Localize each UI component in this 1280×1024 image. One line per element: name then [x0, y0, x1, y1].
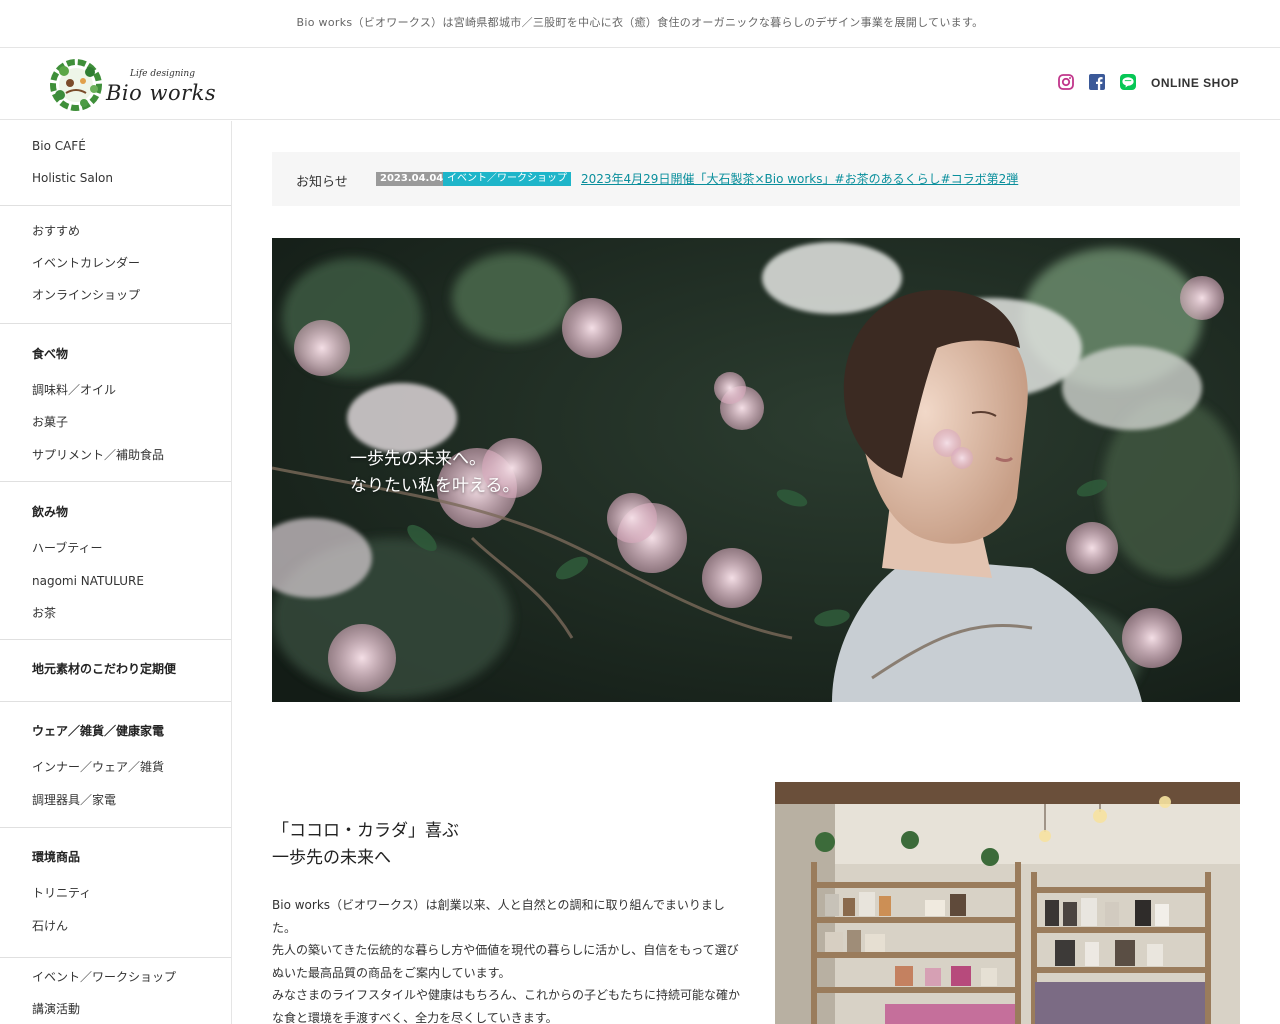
news-category-badge[interactable]: イベント／ワークショップ	[443, 172, 571, 186]
intro-heading-line-2: 一歩先の未来へ	[272, 848, 391, 868]
intro-paragraph: Bio works（ビオワークス）は創業以来、人と自然との調和に取り組んでまいり…	[272, 898, 725, 935]
sidebar-item-lectures[interactable]: 講演活動	[32, 1001, 80, 1017]
sidebar-group-spaces: Bio CAFÉ Holistic Salon	[0, 121, 231, 206]
intro-paragraph: 先人の築いてきた伝統的な暮らし方や価値を現代の暮らしに活かし、自信をもって選びぬ…	[272, 943, 739, 980]
news-label: お知らせ	[296, 175, 348, 190]
line-icon[interactable]	[1119, 73, 1137, 91]
sidebar-item-supplements[interactable]: サプリメント／補助食品	[32, 447, 164, 463]
sidebar-group-wear: ウェア／雑貨／健康家電 インナー／ウェア／雑貨 調理器具／家電	[0, 702, 231, 828]
sidebar-nav: Bio CAFÉ Holistic Salon おすすめ イベントカレンダー オ…	[0, 121, 232, 1024]
sidebar-item-seasoning[interactable]: 調味料／オイル	[32, 382, 116, 398]
hero-line-1: 一歩先の未来へ。	[350, 449, 486, 469]
sidebar-item-bio-cafe[interactable]: Bio CAFÉ	[32, 138, 86, 154]
facebook-icon[interactable]	[1088, 73, 1106, 91]
shop-interior-image	[775, 782, 1240, 1024]
intro-paragraph: みなさまのライフスタイルや健康はもちろん、これからの子どもたちに持続可能な確かな…	[272, 988, 741, 1024]
sidebar-group-featured: おすすめ イベントカレンダー オンラインショップ	[0, 206, 231, 324]
sidebar-item-trinity[interactable]: トリニティ	[32, 885, 91, 901]
logo-tagline: Life designing	[130, 69, 195, 79]
news-date-badge: 2023.04.04	[376, 172, 448, 186]
site-header: Life designing Bio works ONLINE SHOP	[0, 48, 1280, 120]
news-title-link[interactable]: 2023年4月29日開催「大石製茶×Bio works」#お茶のあるくらし#コラ…	[581, 170, 1018, 187]
sidebar-group-food: 食べ物 調味料／オイル お菓子 サプリメント／補助食品	[0, 324, 231, 482]
sidebar-item-holistic-salon[interactable]: Holistic Salon	[32, 170, 113, 186]
sidebar-item-sweets[interactable]: お菓子	[32, 414, 68, 430]
sidebar-item-recommended[interactable]: おすすめ	[32, 223, 80, 239]
sidebar-heading-environment[interactable]: 環境商品	[32, 849, 80, 865]
sidebar-item-innerwear[interactable]: インナー／ウェア／雑貨	[32, 759, 164, 775]
hero-banner: 一歩先の未来へ。 なりたい私を叶える。	[272, 238, 1240, 702]
sidebar-heading-drinks[interactable]: 飲み物	[32, 504, 68, 520]
sidebar-item-cookware[interactable]: 調理器具／家電	[32, 792, 116, 808]
sidebar-group-environment: 環境商品 トリニティ 石けん	[0, 828, 231, 958]
sidebar-item-nagomi[interactable]: nagomi NATULURE	[32, 573, 144, 589]
sidebar-group-events: イベント／ワークショップ 講演活動	[0, 958, 231, 1024]
hero-catchphrase: 一歩先の未来へ。 なりたい私を叶える。	[350, 446, 520, 500]
sidebar-heading-food[interactable]: 食べ物	[32, 346, 68, 362]
site-tagline: Bio works（ビオワークス）は宮崎県都城市／三股町を中心に衣（癒）食住のオ…	[0, 0, 1280, 48]
sidebar-group-regular: 地元素材のこだわり定期便	[0, 640, 231, 702]
instagram-icon[interactable]	[1057, 73, 1075, 91]
site-logo[interactable]: Life designing Bio works	[50, 58, 216, 112]
sidebar-item-online-shop[interactable]: オンラインショップ	[32, 287, 140, 303]
news-bar: お知らせ 2023.04.04 イベント／ワークショップ 2023年4月29日開…	[272, 152, 1240, 206]
intro-text: Bio works（ビオワークス）は創業以来、人と自然との調和に取り組んでまいり…	[272, 894, 742, 1024]
sidebar-item-events-workshops[interactable]: イベント／ワークショップ	[32, 969, 176, 985]
intro-heading: 「ココロ・カラダ」喜ぶ 一歩先の未来へ	[272, 818, 459, 872]
sidebar-item-soap[interactable]: 石けん	[32, 918, 68, 934]
sidebar-item-herbal-tea[interactable]: ハーブティー	[32, 540, 103, 556]
sidebar-heading-regular-delivery[interactable]: 地元素材のこだわり定期便	[32, 661, 176, 677]
sidebar-item-event-calendar[interactable]: イベントカレンダー	[32, 255, 140, 271]
hero-line-2: なりたい私を叶える。	[350, 476, 520, 496]
sidebar-item-tea[interactable]: お茶	[32, 605, 56, 621]
online-shop-link[interactable]: ONLINE SHOP	[1151, 76, 1239, 90]
intro-heading-line-1: 「ココロ・カラダ」喜ぶ	[272, 821, 459, 841]
shop-interior-photo	[775, 782, 1240, 1024]
sidebar-heading-wear[interactable]: ウェア／雑貨／健康家電	[32, 723, 164, 739]
logo-wordmark: Bio works	[106, 81, 217, 105]
logo-wreath-icon	[50, 59, 102, 111]
sidebar-group-drinks: 飲み物 ハーブティー nagomi NATULURE お茶	[0, 482, 231, 640]
